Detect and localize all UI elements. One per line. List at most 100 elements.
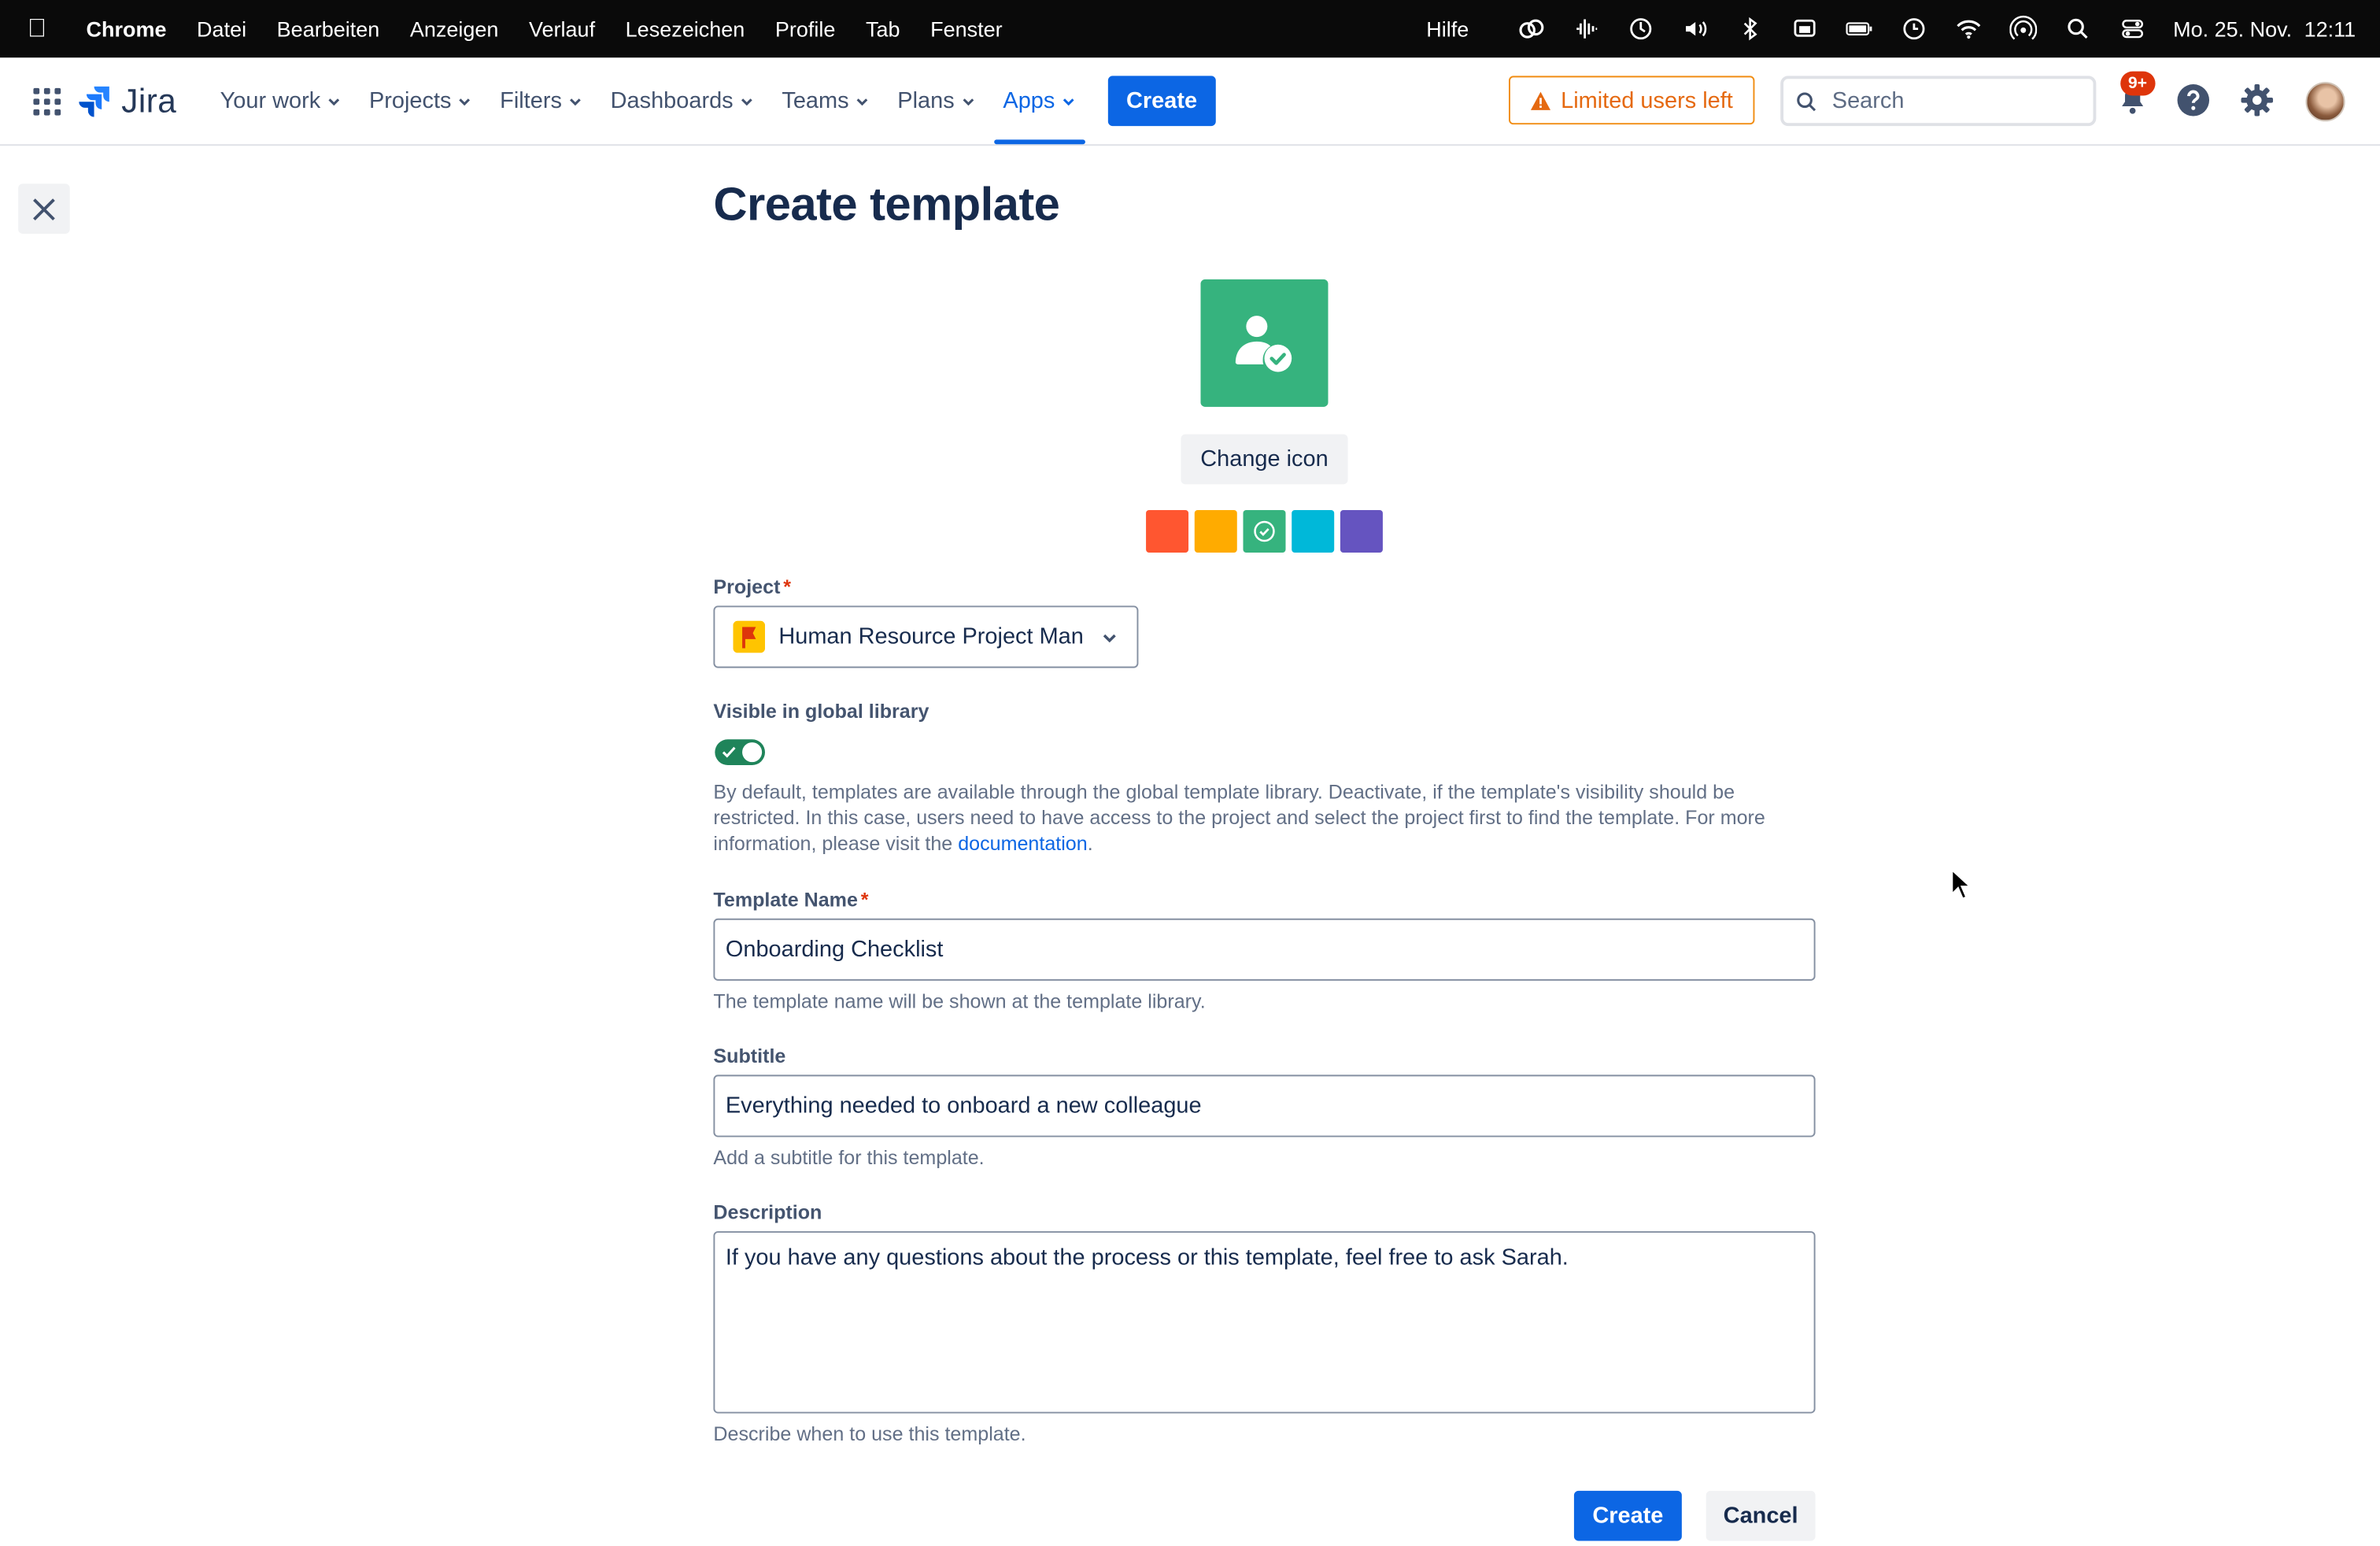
create-button[interactable]: Create <box>1573 1490 1682 1541</box>
airdrop-icon[interactable] <box>2006 12 2039 45</box>
chevron-down-icon <box>1103 634 1116 643</box>
template-name-help: The template name will be shown at the t… <box>713 989 1206 1013</box>
nav-apps-label: Apps <box>1003 87 1055 114</box>
user-check-icon <box>1235 316 1292 372</box>
documentation-link[interactable]: documentation <box>958 831 1087 854</box>
change-icon-button[interactable]: Change icon <box>1181 434 1348 485</box>
color-swatch-purple[interactable] <box>1340 509 1383 553</box>
chevron-down-icon <box>741 98 752 105</box>
nav-filters[interactable]: Filters <box>486 57 597 144</box>
close-button[interactable] <box>18 183 70 234</box>
menu-verlauf[interactable]: Verlauf <box>529 17 595 41</box>
color-swatch-yellow[interactable] <box>1194 509 1237 553</box>
description-suffix: . <box>1087 831 1093 855</box>
chevron-down-icon <box>1062 98 1074 105</box>
menu-bearbeiten[interactable]: Bearbeiten <box>277 17 380 41</box>
nav-apps[interactable]: Apps <box>989 57 1090 145</box>
nav-your-work-label: Your work <box>220 87 321 114</box>
description-textarea[interactable]: If you have any questions about the proc… <box>713 1231 1816 1414</box>
chevron-down-icon <box>570 98 582 105</box>
jira-logo-icon <box>79 86 109 117</box>
menu-tab[interactable]: Tab <box>866 17 900 41</box>
icon-color-swatches <box>1146 509 1389 553</box>
template-name-input[interactable] <box>713 918 1816 981</box>
chevron-down-icon <box>459 98 471 105</box>
macos-menu-bar:  Chrome Datei Bearbeiten Anzeigen Verla… <box>0 0 2380 58</box>
jira-logo[interactable]: Jira <box>79 82 176 121</box>
wifi-icon[interactable] <box>1952 12 1985 45</box>
notification-count-badge: 9+ <box>2120 71 2155 96</box>
visible-global-label: Visible in global library <box>713 700 929 723</box>
color-swatch-green-selected[interactable] <box>1243 509 1286 553</box>
limited-users-button[interactable]: Limited users left <box>1508 76 1755 125</box>
apple-menu-icon[interactable]:  <box>28 13 47 44</box>
nav-projects-label: Projects <box>368 87 452 114</box>
user-avatar[interactable] <box>2305 82 2345 122</box>
warning-icon <box>1531 91 1551 109</box>
settings-gear-icon[interactable] <box>2238 80 2277 120</box>
nav-teams[interactable]: Teams <box>768 57 884 144</box>
menu-anzeigen[interactable]: Anzeigen <box>410 17 499 41</box>
nav-your-work[interactable]: Your work <box>206 57 355 144</box>
page-title: Create template <box>713 177 1060 231</box>
visible-global-description: By default, templates are available thro… <box>713 780 1815 856</box>
search-input[interactable] <box>1828 86 2079 116</box>
nav-create-button[interactable]: Create <box>1107 76 1216 127</box>
nav-teams-label: Teams <box>782 87 849 114</box>
creative-cloud-icon[interactable] <box>1514 12 1547 45</box>
limited-users-label: Limited users left <box>1561 87 1733 113</box>
menu-hilfe[interactable]: Hilfe <box>1426 17 1469 41</box>
template-name-label: Template Name * <box>713 888 868 911</box>
project-label-text: Project <box>713 575 781 598</box>
nav-dashboards[interactable]: Dashboards <box>597 57 768 144</box>
close-icon <box>33 198 55 220</box>
nav-projects[interactable]: Projects <box>356 57 486 144</box>
subtitle-input[interactable] <box>713 1074 1816 1137</box>
time-machine-icon[interactable] <box>1897 12 1930 45</box>
spotlight-search-icon[interactable] <box>2060 12 2094 45</box>
project-select-value: Human Resource Project Management <box>778 623 1082 650</box>
control-center-icon[interactable] <box>2116 12 2149 45</box>
template-name-label-text: Template Name <box>713 888 858 912</box>
help-icon[interactable] <box>2174 80 2213 120</box>
description-label: Description <box>713 1200 822 1224</box>
menubar-time[interactable]: 12:11 <box>2304 17 2356 41</box>
nav-dashboards-label: Dashboards <box>610 87 734 114</box>
jira-top-nav: Jira Your work Projects Filters Dashboar… <box>0 57 2380 146</box>
menu-datei[interactable]: Datei <box>197 17 246 41</box>
subtitle-help: Add a subtitle for this template. <box>713 1146 985 1169</box>
screen-time-icon[interactable] <box>1624 12 1657 45</box>
app-switcher-grid-icon[interactable] <box>31 85 64 118</box>
visible-global-toggle[interactable] <box>715 739 765 765</box>
battery-icon[interactable] <box>1842 12 1876 45</box>
project-avatar-icon <box>733 620 765 653</box>
nav-plans[interactable]: Plans <box>884 57 989 144</box>
menu-profile[interactable]: Profile <box>775 17 836 41</box>
volume-icon[interactable] <box>1678 12 1711 45</box>
nav-plans-label: Plans <box>897 87 955 114</box>
cancel-button[interactable]: Cancel <box>1706 1490 1816 1541</box>
toggle-check-icon <box>722 746 736 758</box>
bluetooth-icon[interactable] <box>1733 12 1766 45</box>
search-box[interactable] <box>1780 76 2097 127</box>
menu-lesezeichen[interactable]: Lesezeichen <box>626 17 745 41</box>
template-icon-preview <box>1200 279 1329 407</box>
menu-app-name[interactable]: Chrome <box>86 17 166 41</box>
required-marker: * <box>783 575 792 598</box>
color-swatch-red[interactable] <box>1146 509 1189 553</box>
menu-fenster[interactable]: Fenster <box>930 17 1003 41</box>
color-swatch-teal[interactable] <box>1292 509 1335 553</box>
chevron-down-icon <box>328 98 340 105</box>
jira-logo-text: Jira <box>121 82 177 120</box>
airplay-display-icon[interactable] <box>1787 12 1820 45</box>
audio-waveform-icon[interactable] <box>1569 12 1602 45</box>
menubar-date[interactable]: Mo. 25. Nov. <box>2173 17 2292 41</box>
mouse-cursor-icon <box>1950 868 1972 901</box>
toggle-knob <box>742 742 763 763</box>
checkmark-circle-icon <box>1254 520 1275 542</box>
chevron-down-icon <box>963 98 974 105</box>
visible-global-description-text: By default, templates are available thro… <box>713 780 1765 855</box>
required-marker: * <box>860 888 869 912</box>
project-select[interactable]: Human Resource Project Management <box>713 605 1139 668</box>
nav-filters-label: Filters <box>500 87 562 114</box>
